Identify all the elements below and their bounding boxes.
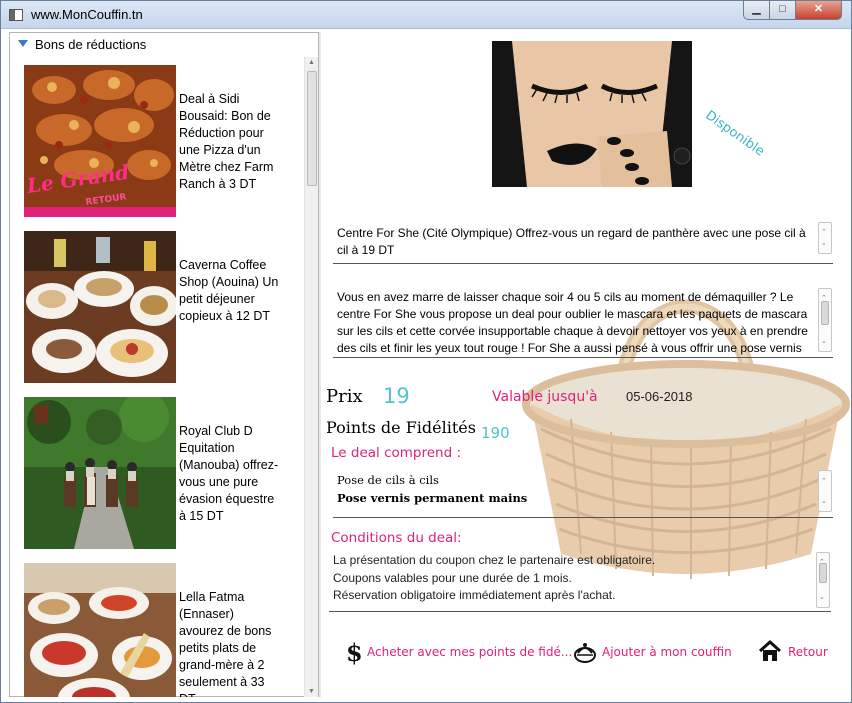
expander-arrow-icon[interactable] [18,40,28,47]
deal-thumbnail [24,231,176,383]
buy-with-points-label: Acheter avec mes points de fidé... [367,645,573,659]
dollar-icon: $ [345,638,363,676]
sidebar-scrollbar[interactable]: ▲ ▼ [304,57,318,697]
svg-text:$: $ [346,639,363,665]
include-item: Pose de cils à cils [337,473,439,487]
includes-label: Le deal comprend : [331,445,461,461]
deal-description: Vous en avez marre de laisser chaque soi… [337,290,808,355]
price-label: Prix [326,386,363,407]
deal-text: Deal à Sidi Bousaid: Bon de Réduction po… [179,92,274,191]
includes-scrollbar[interactable]: ⌃ ⌄ [818,470,832,512]
list-item[interactable]: Caverna Coffee Shop (Aouina) Un petit dé… [24,231,306,383]
points-value: 190 [481,424,510,442]
scrollbar-thumb[interactable] [821,301,829,325]
condition-item: La présentation du coupon chez le parten… [333,553,656,567]
scrollbar-thumb[interactable] [307,71,317,186]
expander-header[interactable]: Bons de réductions [10,33,318,55]
deal-list: Le Grand RETOUR Deal à Sidi Bousaid: Bon… [10,57,306,697]
include-item: Pose vernis permanent mains [337,491,528,505]
back-label: Retour [788,645,828,659]
scroll-down-icon[interactable]: ⌄ [819,589,825,607]
close-button[interactable]: ✕ [795,1,842,20]
conditions-scrollbar[interactable]: ⌃ ⌄ [816,552,830,608]
conditions-label: Conditions du deal: [331,530,462,546]
deal-thumbnail: Le Grand RETOUR [24,65,176,217]
buy-with-points-button[interactable]: $ Acheter avec mes points de fidé... [345,637,572,667]
scroll-down-icon[interactable]: ▼ [308,688,315,695]
deal-details: Disponible Centre For She (Cité Olympiqu… [321,32,851,697]
valid-until-date: 05-06-2018 [626,389,693,404]
scroll-up-icon[interactable]: ⌃ [821,472,827,490]
expander-label: Bons de réductions [35,37,147,52]
basket-icon [573,639,597,676]
maximize-button[interactable]: □ [769,1,796,20]
app-window: www.MonCouffin.tn ▁ □ ✕ Bons de réductio… [0,0,852,703]
back-button[interactable]: Retour [758,637,838,667]
add-to-cart-label: Ajouter à mon couffin [602,645,732,659]
price-value: 19 [383,384,410,408]
valid-until-label: Valable jusqu'à [492,389,598,405]
minimize-button[interactable]: ▁ [743,1,770,20]
scroll-down-icon[interactable]: ⌄ [821,235,827,252]
title-bar: www.MonCouffin.tn ▁ □ ✕ [1,1,851,29]
scrollbar-thumb[interactable] [819,563,827,583]
deal-title-box[interactable]: Centre For She (Cité Olympique) Offrez-v… [333,220,833,264]
deal-image [492,41,692,187]
list-item[interactable]: Lella Fatma (Ennaser) avourez de bons pe… [24,563,306,697]
home-icon [758,639,782,674]
deal-text: Lella Fatma (Ennaser) avourez de bons pe… [179,590,272,697]
description-scrollbar[interactable]: ⌃ ⌄ [818,288,832,352]
deal-description-box[interactable]: Vous en avez marre de laisser chaque soi… [333,284,833,358]
list-item[interactable]: Royal Club D Equitation (Manouba) offrez… [24,397,306,549]
condition-item: Coupons valables pour une durée de 1 moi… [333,570,572,585]
deal-text: Royal Club D Equitation (Manouba) offrez… [179,424,279,523]
action-bar: $ Acheter avec mes points de fidé... Ajo… [321,637,851,667]
list-item[interactable]: Le Grand RETOUR Deal à Sidi Bousaid: Bon… [24,65,306,217]
deal-thumbnail [24,563,176,697]
window-title: www.MonCouffin.tn [31,7,143,22]
conditions-box[interactable]: La présentation du coupon chez le parten… [329,550,831,612]
scroll-down-icon[interactable]: ⌄ [821,333,827,350]
deals-sidebar: Bons de réductions Le Grand RETOUR Deal … [9,32,319,697]
add-to-cart-button[interactable]: Ajouter à mon couffin [573,637,733,667]
includes-box[interactable]: Pose de cils à cils Pose vernis permanen… [333,468,833,518]
deal-text: Caverna Coffee Shop (Aouina) Un petit dé… [179,258,279,323]
scroll-down-icon[interactable]: ⌄ [821,492,827,510]
deal-title: Centre For She (Cité Olympique) Offrez-v… [337,226,806,257]
condition-item: Réservation obligatoire immédiatement ap… [333,588,616,602]
scroll-up-icon[interactable]: ▲ [308,59,315,66]
availability-label: Disponible [702,108,767,160]
title-scrollbar[interactable]: ⌃ ⌄ [818,222,832,254]
points-label: Points de Fidélités [326,418,476,437]
app-icon [9,9,23,21]
deal-thumbnail [24,397,176,549]
